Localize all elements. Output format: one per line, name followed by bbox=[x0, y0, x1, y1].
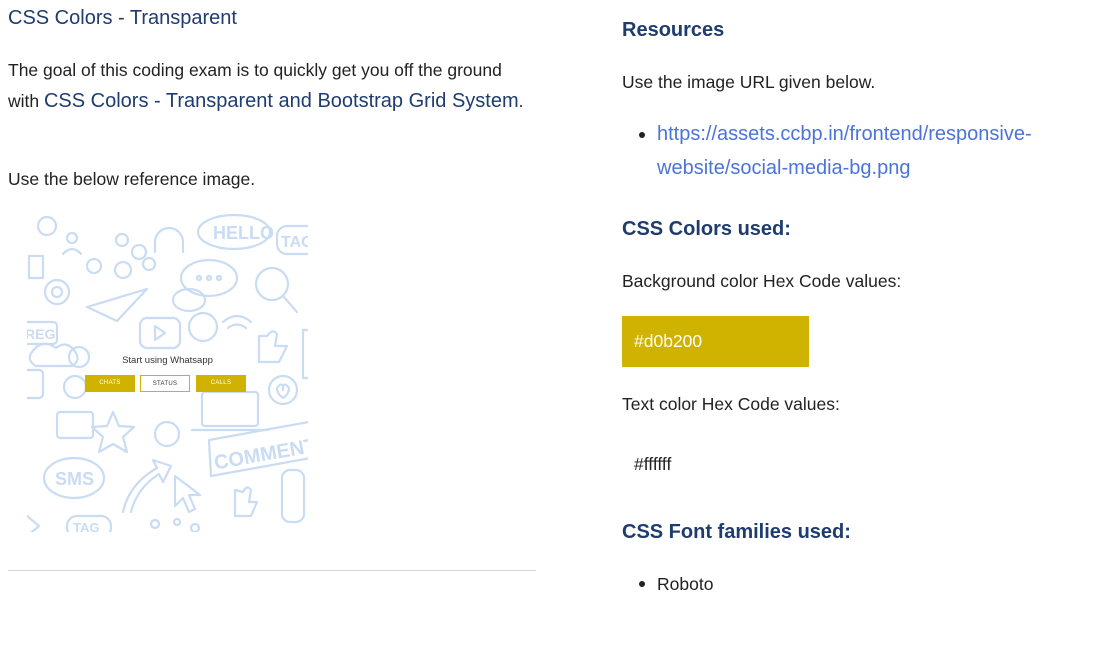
css-colors-heading: CSS Colors used: bbox=[622, 218, 791, 240]
doodle-background: HELLO TAG REG COMMENT SMS TAG bbox=[27, 213, 308, 532]
divider bbox=[8, 570, 536, 571]
font-families-heading: CSS Font families used: bbox=[622, 521, 851, 543]
text-color-label: Text color Hex Code values: bbox=[622, 394, 840, 414]
intro-paragraph: The goal of this coding exam is to quick… bbox=[8, 55, 528, 117]
doodle-word-tag-bottom: TAG bbox=[73, 520, 99, 532]
preview-heading: Start using Whatsapp bbox=[122, 355, 213, 366]
resources-heading: Resources bbox=[622, 19, 725, 41]
intro-text-end: . bbox=[518, 91, 524, 111]
bg-color-label: Background color Hex Code values: bbox=[622, 271, 902, 291]
image-url-link[interactable]: https://assets.ccbp.in/frontend/responsi… bbox=[657, 123, 1032, 179]
image-url-list: https://assets.ccbp.in/frontend/responsi… bbox=[622, 117, 1102, 185]
doodle-word-sms: SMS bbox=[55, 469, 94, 489]
preview-status-button: STATUS bbox=[140, 375, 190, 392]
preview-calls-button: CALLS bbox=[196, 375, 246, 392]
bullet-icon bbox=[639, 132, 645, 138]
preview-chats-button: CHATS bbox=[85, 375, 135, 392]
doodle-word-comment: COMMENT bbox=[212, 435, 308, 475]
bullet-icon bbox=[639, 581, 645, 587]
reference-text: Use the below reference image. bbox=[8, 169, 256, 189]
font-list: Roboto bbox=[622, 570, 713, 598]
doodle-word-tag: TAG bbox=[281, 234, 308, 251]
use-image-text: Use the image URL given below. bbox=[622, 72, 876, 92]
page-title: CSS Colors - Transparent bbox=[8, 7, 237, 29]
doodle-word-reg: REG bbox=[27, 326, 55, 342]
reference-image: HELLO TAG REG COMMENT SMS TAG Start usin… bbox=[27, 212, 308, 532]
doodle-word-hello: HELLO bbox=[213, 223, 274, 243]
bg-color-swatch: #d0b200 bbox=[622, 316, 809, 367]
list-item: https://assets.ccbp.in/frontend/responsi… bbox=[622, 117, 1102, 185]
text-color-swatch: #ffffff bbox=[622, 439, 809, 490]
intro-highlight: CSS Colors - Transparent and Bootstrap G… bbox=[43, 90, 519, 112]
list-item: Roboto bbox=[622, 570, 713, 598]
font-name: Roboto bbox=[657, 574, 714, 594]
